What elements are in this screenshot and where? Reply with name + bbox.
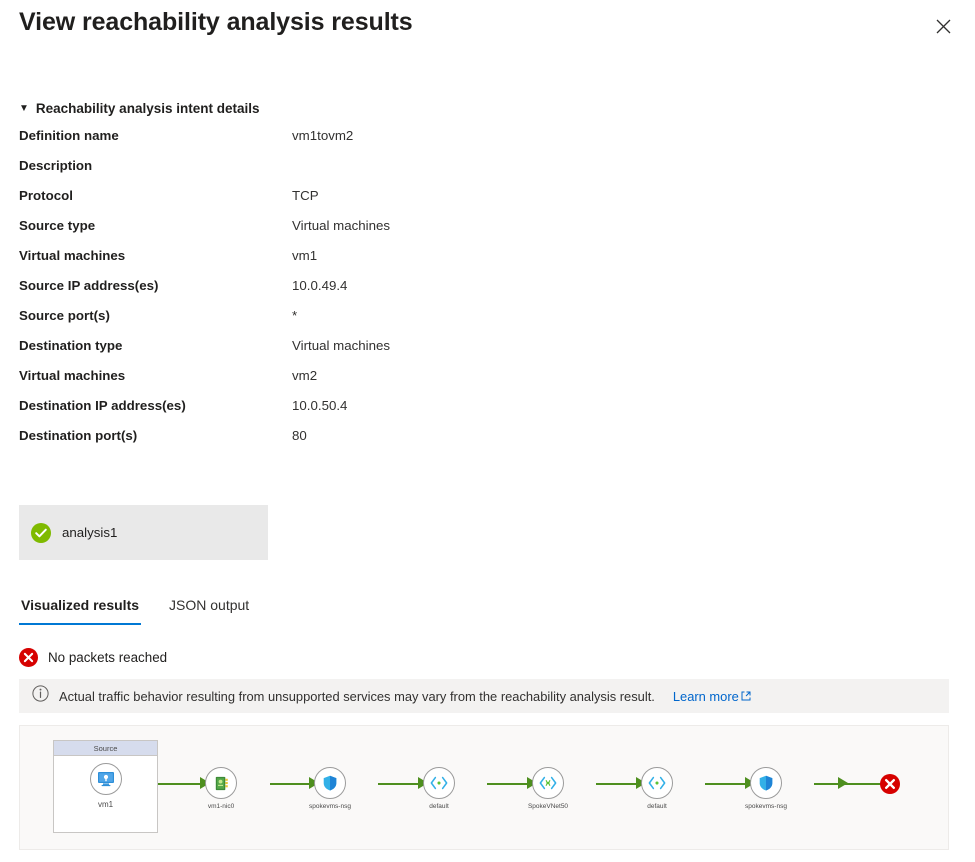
detail-row: Virtual machines vm1 — [19, 246, 719, 276]
detail-value: 10.0.49.4 — [292, 278, 348, 293]
topology-node-label: vm1 — [97, 800, 114, 809]
virtual-machine-icon — [89, 763, 122, 795]
detail-row: Source IP address(es) 10.0.49.4 — [19, 276, 719, 306]
topology-diagram: Source vm1 vm1-nic0 spokevms-nsg default… — [19, 725, 949, 850]
result-status-text: No packets reached — [48, 650, 168, 665]
topology-source-group: Source vm1 — [53, 740, 158, 833]
subnet-icon — [423, 767, 455, 799]
detail-row: Destination IP address(es) 10.0.50.4 — [19, 396, 719, 426]
topology-node-vm1[interactable]: vm1 — [54, 763, 157, 809]
topology-node-label: spokevms-nsg — [745, 803, 787, 810]
network-security-group-icon — [314, 767, 346, 799]
tab-json-output[interactable]: JSON output — [167, 592, 251, 625]
detail-row: Source type Virtual machines — [19, 216, 719, 246]
intent-details-section-header[interactable]: ▼ Reachability analysis intent details — [19, 101, 260, 116]
detail-label: Protocol — [19, 188, 73, 203]
detail-label: Destination type — [19, 338, 123, 353]
detail-label: Virtual machines — [19, 368, 126, 383]
result-status: No packets reached — [19, 648, 167, 667]
detail-value: Virtual machines — [292, 218, 391, 233]
topology-node-label: vm1-nic0 — [207, 803, 235, 810]
topology-node-default-1[interactable]: default — [406, 767, 472, 810]
info-banner-text: Actual traffic behavior resulting from u… — [59, 688, 655, 704]
topology-node-default-2[interactable]: default — [624, 767, 690, 810]
detail-label: Source IP address(es) — [19, 278, 159, 293]
detail-row: Protocol TCP — [19, 186, 719, 216]
close-icon — [936, 19, 951, 37]
detail-value: vm2 — [292, 368, 318, 383]
topology-node-vm1-nic0[interactable]: vm1-nic0 — [188, 767, 254, 810]
detail-value: Virtual machines — [292, 338, 391, 353]
topology-node-spokevnet50[interactable]: SpokeVNet50 — [515, 767, 581, 810]
detail-label: Definition name — [19, 128, 119, 143]
virtual-network-icon — [532, 767, 564, 799]
detail-row: Source port(s) * — [19, 306, 719, 336]
learn-more-link[interactable]: Learn more — [673, 689, 751, 704]
detail-row: Destination port(s) 80 — [19, 426, 719, 456]
detail-label: Description — [19, 158, 93, 173]
tab-visualized-results[interactable]: Visualized results — [19, 592, 142, 625]
detail-value: 80 — [292, 428, 307, 443]
detail-value: 10.0.50.4 — [292, 398, 348, 413]
detail-label: Source port(s) — [19, 308, 110, 323]
detail-row: Definition name vm1tovm2 — [19, 126, 719, 156]
learn-more-label: Learn more — [672, 688, 739, 704]
detail-row: Destination type Virtual machines — [19, 336, 719, 366]
intent-details-list: Definition name vm1tovm2 Description Pro… — [19, 126, 719, 456]
info-banner: Actual traffic behavior resulting from u… — [19, 679, 949, 713]
results-tablist: Visualized results JSON output — [19, 592, 251, 625]
detail-value: vm1tovm2 — [292, 128, 354, 143]
topology-node-label: default — [647, 803, 667, 810]
topology-node-label: SpokeVNet50 — [527, 803, 569, 810]
topology-arrow-icon — [838, 777, 848, 789]
detail-label: Source type — [19, 218, 96, 233]
success-check-icon — [31, 522, 51, 543]
info-icon — [32, 685, 49, 707]
topology-node-spokevms-nsg-1[interactable]: spokevms-nsg — [297, 767, 363, 810]
analysis-name: analysis1 — [62, 525, 118, 540]
subnet-icon — [641, 767, 673, 799]
topology-node-spokevms-nsg-2[interactable]: spokevms-nsg — [733, 767, 799, 810]
analysis-result-card[interactable]: analysis1 — [19, 505, 268, 560]
intent-details-section-label: Reachability analysis intent details — [35, 101, 260, 116]
topology-endpoint-error-icon — [880, 774, 900, 799]
topology-node-label: default — [429, 803, 449, 810]
error-x-icon — [19, 648, 38, 667]
topology-source-group-label: Source — [54, 741, 157, 756]
external-link-icon — [741, 689, 751, 704]
detail-value: * — [292, 308, 298, 323]
chevron-down-icon: ▼ — [19, 102, 29, 114]
detail-value: vm1 — [292, 248, 318, 263]
detail-label: Destination IP address(es) — [19, 398, 186, 413]
detail-label: Destination port(s) — [19, 428, 138, 443]
topology-node-label: spokevms-nsg — [309, 803, 351, 810]
page-title: View reachability analysis results — [19, 8, 413, 36]
network-interface-icon — [205, 767, 237, 799]
network-security-group-icon — [750, 767, 782, 799]
close-button[interactable] — [927, 12, 959, 44]
detail-row: Virtual machines vm2 — [19, 366, 719, 396]
detail-label: Virtual machines — [19, 248, 126, 263]
detail-row: Description — [19, 156, 719, 186]
detail-value: TCP — [292, 188, 319, 203]
